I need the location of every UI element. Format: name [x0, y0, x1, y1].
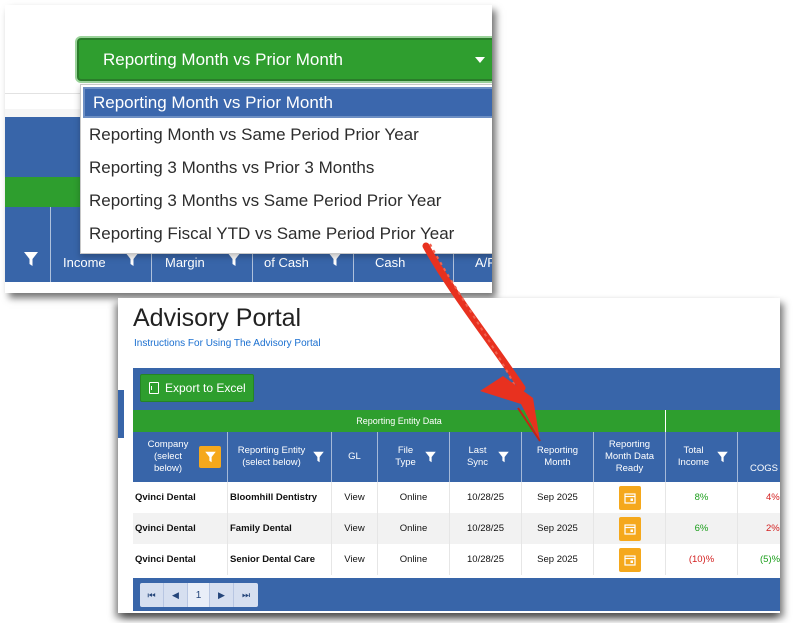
column-header-label: File Type: [395, 445, 416, 468]
column-header-company: Company (select below): [133, 432, 228, 482]
table-row[interactable]: Qvinci Dental Senior Dental Care View On…: [133, 544, 780, 575]
reporting-month-cell: Sep 2025: [522, 544, 594, 575]
dropdown-option[interactable]: Reporting Month vs Same Period Prior Yea…: [81, 118, 492, 151]
side-tab: [118, 390, 124, 438]
data-ready-cell: [594, 482, 666, 513]
pagination-controls: ⏮ ◀ 1 ▶ ⏭: [140, 583, 258, 607]
file-type-cell: Online: [378, 544, 450, 575]
file-type-cell: Online: [378, 513, 450, 544]
page-number[interactable]: 1: [188, 583, 210, 607]
cogs-cell: 4%: [766, 492, 780, 503]
table-row[interactable]: Qvinci Dental Family Dental View Online …: [133, 513, 780, 544]
column-header-cogs: COGS: [738, 432, 780, 482]
advisory-portal-panel: Advisory Portal Instructions For Using T…: [118, 298, 780, 613]
group-divider: [665, 410, 666, 432]
filter-icon[interactable]: [716, 451, 728, 463]
export-to-excel-button[interactable]: Export to Excel: [140, 374, 254, 402]
group-header-reporting-entity: Reporting Entity Data: [356, 416, 442, 426]
total-income-cell: 6%: [666, 513, 738, 544]
next-page-icon[interactable]: ▶: [210, 583, 234, 607]
last-sync-cell: 10/28/25: [450, 482, 522, 513]
company-cell: Qvinci Dental: [133, 482, 228, 513]
column-header-data-ready: Reporting Month Data Ready: [594, 432, 666, 482]
filter-icon[interactable]: [424, 451, 436, 463]
dropdown-option[interactable]: Reporting Month vs Prior Month: [83, 87, 492, 118]
column-header-last-sync: Last Sync: [450, 432, 522, 482]
column-header-label: Last Sync: [466, 445, 489, 468]
data-ready-cell: [594, 544, 666, 575]
column-header-gl: GL: [332, 432, 378, 482]
excel-file-icon: [149, 382, 159, 394]
column-header-of-cash: of Cash: [264, 255, 309, 270]
column-header-label: Company (select below): [147, 439, 189, 474]
previous-page-icon[interactable]: ◀: [164, 583, 188, 607]
dropdown-option[interactable]: Reporting Fiscal YTD vs Same Period Prio…: [81, 217, 492, 250]
dropdown-panel: Income Margin of Cash Cash A/R Reporting…: [5, 5, 492, 293]
cogs-cell: (5)%: [760, 554, 780, 565]
company-cell: Qvinci Dental: [133, 544, 228, 575]
column-header-entity: Reporting Entity (select below): [228, 432, 332, 482]
first-page-icon[interactable]: ⏮: [140, 583, 164, 607]
filter-icon[interactable]: [312, 451, 324, 463]
column-header-label: Reporting Month Data Ready: [604, 439, 655, 474]
last-sync-cell: 10/28/25: [450, 544, 522, 575]
last-page-icon[interactable]: ⏭: [234, 583, 258, 607]
dropdown-menu: Reporting Month vs Prior Month Reporting…: [80, 84, 492, 254]
cogs-cell: 2%: [766, 523, 780, 534]
reporting-month-cell: Sep 2025: [522, 482, 594, 513]
reporting-month-cell: Sep 2025: [522, 513, 594, 544]
column-header-income: Income: [63, 255, 106, 270]
file-type-cell: Online: [378, 482, 450, 513]
filter-icon[interactable]: [24, 251, 38, 267]
calendar-icon[interactable]: [618, 547, 641, 572]
caret-down-icon: [475, 57, 485, 63]
data-ready-cell: [594, 513, 666, 544]
gl-view-link[interactable]: View: [332, 544, 378, 575]
column-header-label: GL: [348, 451, 361, 462]
total-income-cell: (10)%: [666, 544, 738, 575]
column-header-file-type: File Type: [378, 432, 450, 482]
table-row: [5, 282, 492, 293]
dropdown-option[interactable]: Reporting 3 Months vs Prior 3 Months: [81, 151, 492, 184]
calendar-icon[interactable]: [618, 516, 641, 541]
composite-screenshot: Income Margin of Cash Cash A/R Reporting…: [0, 0, 793, 623]
column-header-reporting-month: Reporting Month: [522, 432, 594, 482]
entity-cell: Senior Dental Care: [228, 544, 332, 575]
column-header-margin: Margin: [165, 255, 205, 270]
column-header-label: COGS: [750, 463, 778, 474]
page-title: Advisory Portal: [133, 304, 302, 332]
column-divider: [50, 207, 51, 282]
export-button-label: Export to Excel: [165, 381, 246, 395]
table-row[interactable]: Qvinci Dental Bloomhill Dentistry View O…: [133, 482, 780, 513]
calendar-icon[interactable]: [618, 485, 641, 510]
gl-view-link[interactable]: View: [332, 513, 378, 544]
filter-icon[interactable]: [199, 446, 221, 468]
entity-cell: Family Dental: [228, 513, 332, 544]
column-header-ar: A/R: [475, 255, 492, 270]
dropdown-option[interactable]: Reporting 3 Months vs Same Period Prior …: [81, 184, 492, 217]
comparison-period-dropdown[interactable]: Reporting Month vs Prior Month: [77, 38, 492, 81]
total-income-cell: 8%: [666, 482, 738, 513]
dropdown-selected-label: Reporting Month vs Prior Month: [103, 49, 343, 69]
column-header-label: Reporting Month: [536, 445, 579, 468]
last-sync-cell: 10/28/25: [450, 513, 522, 544]
company-cell: Qvinci Dental: [133, 513, 228, 544]
entity-cell: Bloomhill Dentistry: [228, 482, 332, 513]
column-header-label: Total Income: [677, 445, 710, 468]
column-header-label: Reporting Entity (select below): [237, 445, 306, 468]
gl-view-link[interactable]: View: [332, 482, 378, 513]
instructions-link[interactable]: Instructions For Using The Advisory Port…: [134, 338, 321, 349]
column-header-total-income: Total Income: [666, 432, 738, 482]
filter-icon[interactable]: [497, 451, 509, 463]
column-header-cash: Cash: [375, 255, 406, 270]
